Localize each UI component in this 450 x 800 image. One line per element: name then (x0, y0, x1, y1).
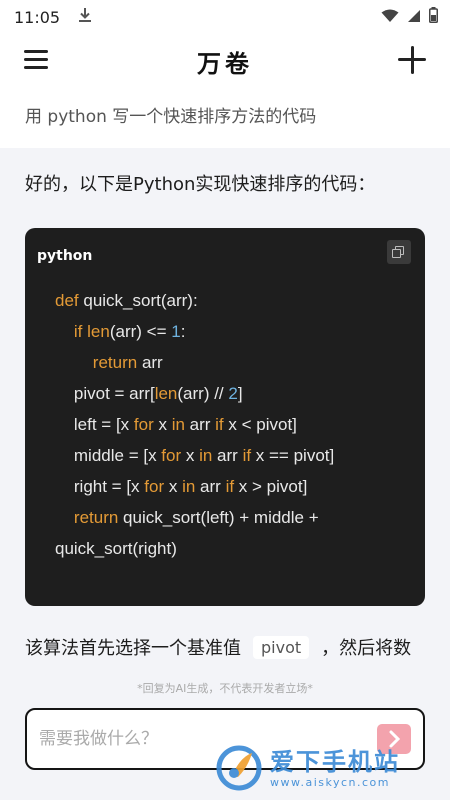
status-time: 11:05 (14, 7, 61, 27)
code-line: left = [x for x in arr if x < pivot] (55, 415, 297, 434)
code-line: quick_sort(right) (55, 539, 177, 558)
ai-disclaimer: *回复为AI生成，不代表开发者立场* (137, 682, 313, 695)
ai-explanation-prefix: 该算法首先选择一个基准值 (25, 638, 241, 659)
signal-icon (407, 8, 421, 27)
code-line: return quick_sort(left) + middle + (73, 508, 319, 527)
code-line: def quick_sort(arr): (55, 291, 198, 310)
watermark-text: 爱下手机站 (270, 747, 400, 776)
status-bar: 11:05 (0, 0, 450, 34)
download-icon (78, 7, 92, 27)
wifi-icon (381, 8, 399, 27)
code-block: python def quick_sort(arr): if len(arr) … (25, 228, 425, 606)
code-line: middle = [x for x in arr if x == pivot] (55, 446, 335, 465)
code-line: return arr (92, 353, 163, 372)
code-line: pivot = arr[len(arr) // 2] (55, 384, 243, 403)
ai-intro-text: 好的，以下是Python实现快速排序的代码： (25, 174, 376, 195)
watermark-logo-icon (216, 745, 262, 791)
watermark: 爱下手机站 www.aiskycn.com (214, 742, 444, 794)
copy-icon[interactable] (387, 240, 411, 264)
user-message: 用 python 写一个快速排序方法的代码 (0, 88, 450, 148)
battery-icon (429, 7, 438, 27)
ai-explanation-suffix: ，然后将数 (321, 638, 412, 659)
code-line: if len(arr) <= 1: (73, 322, 186, 341)
code-language-label: python (37, 248, 93, 264)
top-bar: 万卷 (0, 34, 450, 88)
inline-code: pivot (253, 635, 310, 659)
ai-response: 好的，以下是Python实现快速排序的代码： python def quick_… (0, 148, 450, 678)
watermark-url: www.aiskycn.com (270, 775, 391, 789)
app-title: 万卷 (197, 49, 253, 78)
ai-explanation: 该算法首先选择一个基准值 pivot ，然后将数 (25, 634, 411, 660)
code-line: right = [x for x in arr if x > pivot] (55, 477, 308, 496)
plus-icon[interactable] (398, 46, 426, 74)
